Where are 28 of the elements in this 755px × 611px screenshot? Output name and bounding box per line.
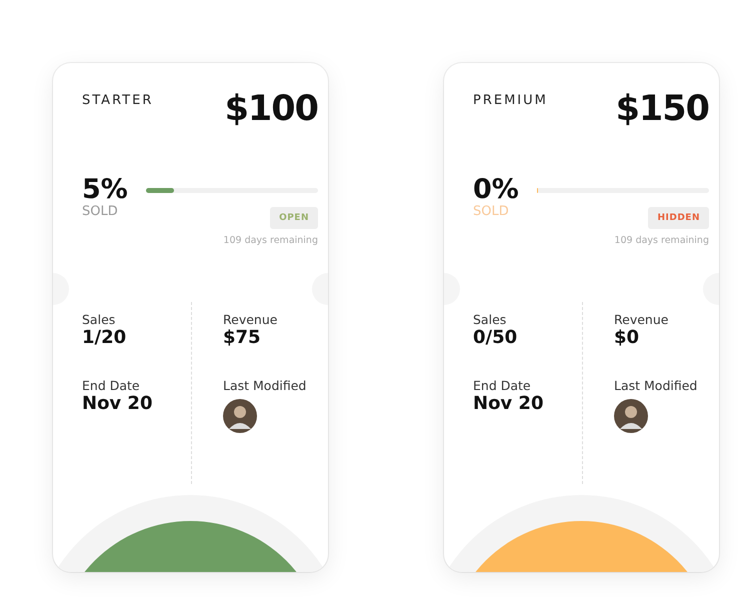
status-badge: OPEN [270, 207, 318, 229]
sold-label: SOLD [473, 205, 510, 219]
avatar-icon [614, 399, 648, 433]
stat-label: End Date [473, 378, 532, 393]
days-remaining: 109 days remaining [614, 235, 709, 246]
stat-value: $75 [223, 327, 262, 348]
stat-label: Revenue [614, 312, 670, 327]
status-badge: HIDDEN [648, 207, 709, 229]
stat-label: Sales [82, 312, 116, 327]
tier-name: STARTER [82, 93, 154, 108]
sold-label: SOLD [82, 205, 119, 219]
stat-value: 1/20 [82, 327, 128, 348]
avatar-icon [223, 399, 257, 433]
stat-value: $0 [614, 327, 640, 348]
stat-value: Nov 20 [473, 393, 544, 414]
price: $100 [224, 89, 318, 129]
tier-name: PREMIUM [473, 93, 548, 108]
stat-label: End Date [82, 378, 141, 393]
stat-label: Last Modified [223, 378, 308, 393]
days-remaining: 109 days remaining [223, 235, 318, 246]
stat-label: Last Modified [614, 378, 698, 393]
stat-value: Nov 20 [82, 393, 154, 414]
stat-label: Revenue [223, 312, 278, 327]
percent-sold: 0% [473, 175, 520, 205]
price: $150 [616, 89, 709, 129]
stat-label: Sales [473, 312, 508, 327]
stat-value: 0/50 [473, 327, 518, 348]
percent-sold: 5% [82, 175, 129, 205]
